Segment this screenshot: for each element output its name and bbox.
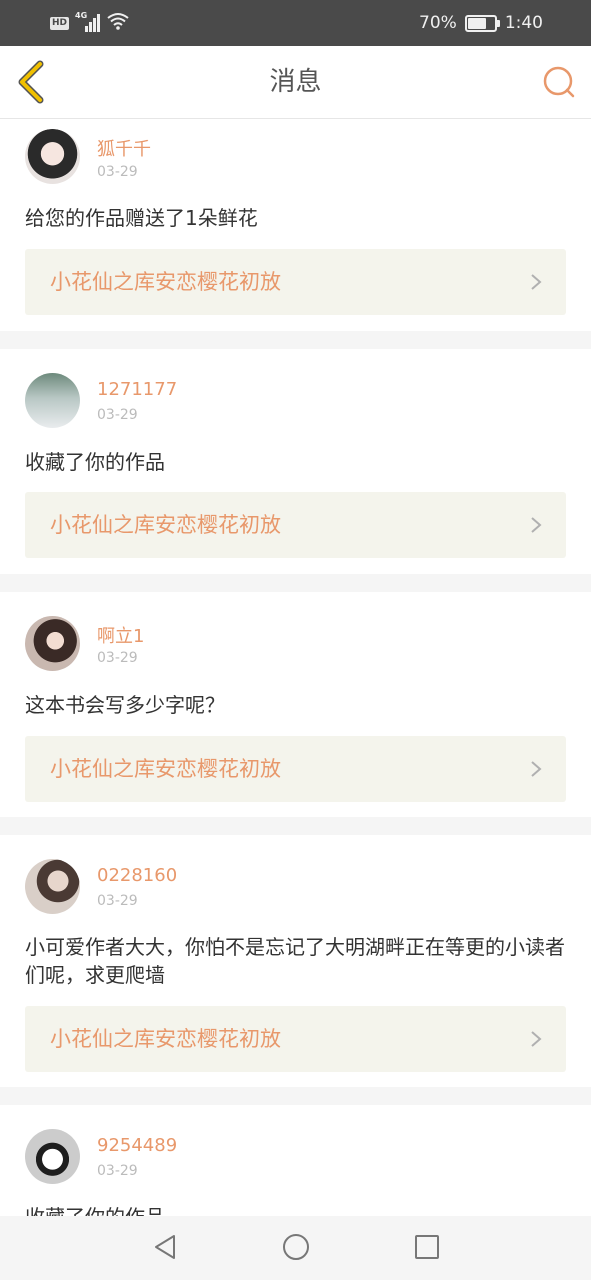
- message-text: 收藏了你的作品: [25, 1203, 565, 1216]
- wifi-icon: [107, 12, 129, 34]
- message-card: 9254489 03-29 收藏了你的作品: [0, 1105, 591, 1216]
- avatar[interactable]: [25, 859, 80, 914]
- message-text: 这本书会写多少字呢？: [25, 693, 225, 717]
- message-list[interactable]: 狐千千 03-29 给您的作品赠送了1朵鲜花 小花仙之库安恋樱花初放 12711…: [0, 119, 591, 1216]
- status-right: 70% 1:40: [419, 10, 543, 36]
- message-card: 狐千千 03-29 给您的作品赠送了1朵鲜花 小花仙之库安恋樱花初放: [0, 119, 591, 331]
- system-recents-button[interactable]: [412, 1232, 442, 1262]
- battery-icon: [464, 14, 500, 32]
- chevron-right-icon: [531, 274, 542, 290]
- search-icon: [543, 66, 575, 98]
- message-card: 啊立1 03-29 这本书会写多少字呢？ 小花仙之库安恋樱花初放: [0, 592, 591, 817]
- work-title: 小花仙之库安恋樱花初放: [50, 513, 281, 537]
- clock: 1:40: [504, 13, 543, 33]
- avatar[interactable]: [25, 373, 80, 428]
- avatar[interactable]: [25, 616, 80, 671]
- battery-tip: [496, 19, 500, 27]
- work-title: 小花仙之库安恋樱花初放: [50, 270, 281, 294]
- username[interactable]: 9254489: [97, 1135, 177, 1156]
- work-title: 小花仙之库安恋樱花初放: [50, 1027, 281, 1051]
- battery-level: [467, 17, 486, 29]
- message-card: 1271177 03-29 收藏了你的作品 小花仙之库安恋樱花初放: [0, 349, 591, 574]
- avatar[interactable]: [25, 1129, 80, 1184]
- message-date: 03-29: [97, 893, 138, 909]
- status-bar: HD 4G 70% 1:40: [0, 0, 591, 46]
- message-text: 给您的作品赠送了1朵鲜花: [25, 206, 258, 230]
- work-link[interactable]: 小花仙之库安恋樱花初放: [25, 492, 566, 558]
- message-date: 03-29: [97, 650, 138, 666]
- chevron-right-icon: [531, 517, 542, 533]
- system-nav-bar: [0, 1216, 591, 1280]
- battery-percent: 70%: [419, 13, 457, 33]
- triangle-back-icon: [155, 1235, 175, 1259]
- message-text: 收藏了你的作品: [25, 450, 165, 474]
- work-link[interactable]: 小花仙之库安恋樱花初放: [25, 736, 566, 802]
- username[interactable]: 狐千千: [97, 135, 151, 161]
- status-left: HD 4G: [50, 10, 129, 36]
- search-button[interactable]: [541, 64, 577, 100]
- avatar[interactable]: [25, 129, 80, 184]
- nav-bar: 消息: [0, 46, 591, 119]
- message-date: 03-29: [97, 407, 138, 423]
- work-title: 小花仙之库安恋樱花初放: [50, 757, 281, 781]
- hd-badge: HD: [50, 16, 70, 30]
- message-card: 0228160 03-29 小可爱作者大大，你怕不是忘记了大明湖畔正在等更的小读…: [0, 835, 591, 1087]
- system-back-button[interactable]: [150, 1232, 180, 1262]
- work-link[interactable]: 小花仙之库安恋樱花初放: [25, 1006, 566, 1072]
- chevron-right-icon: [531, 761, 542, 777]
- signal-icon: 4G: [75, 11, 101, 33]
- chevron-right-icon: [531, 1031, 542, 1047]
- username[interactable]: 0228160: [97, 865, 177, 886]
- square-recents-icon: [415, 1235, 439, 1259]
- work-link[interactable]: 小花仙之库安恋樱花初放: [25, 249, 566, 315]
- username[interactable]: 1271177: [97, 379, 177, 400]
- circle-home-icon: [283, 1234, 309, 1260]
- system-home-button[interactable]: [281, 1232, 311, 1262]
- message-date: 03-29: [97, 1163, 138, 1179]
- message-date: 03-29: [97, 164, 138, 180]
- message-text: 小可爱作者大大，你怕不是忘记了大明湖畔正在等更的小读者们呢，求更爬墙: [25, 935, 565, 987]
- page-title: 消息: [269, 67, 322, 97]
- username[interactable]: 啊立1: [97, 622, 144, 648]
